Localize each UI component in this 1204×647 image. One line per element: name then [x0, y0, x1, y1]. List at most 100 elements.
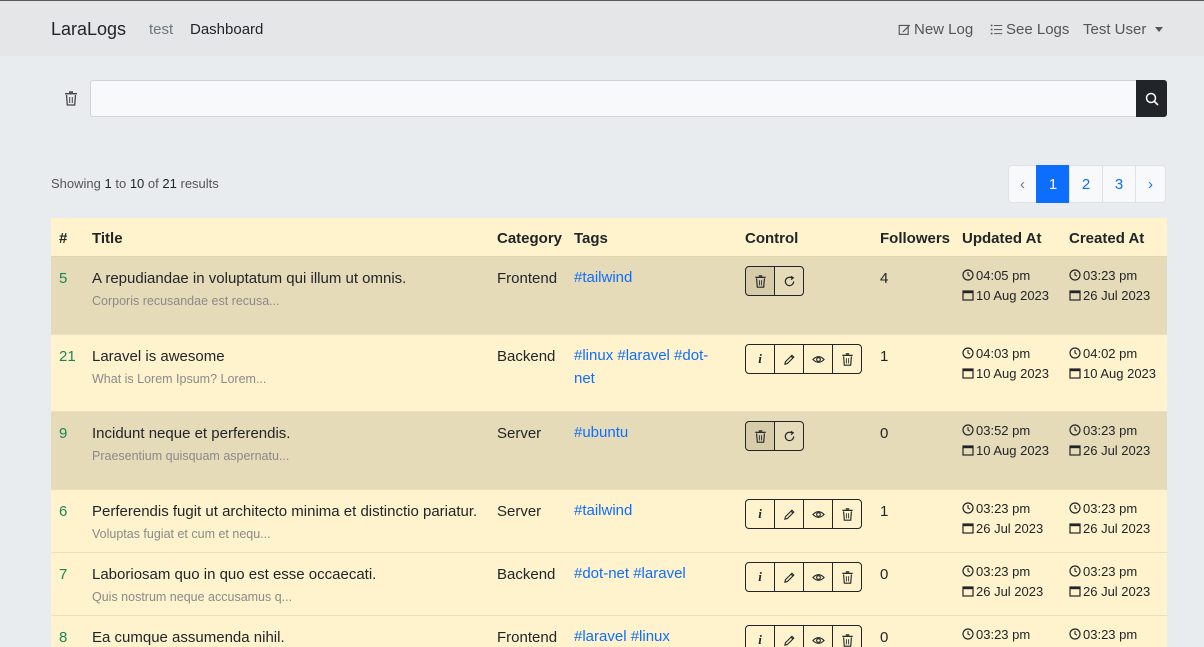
restore-button[interactable] — [774, 421, 804, 451]
delete-button[interactable] — [832, 499, 862, 529]
created-date: 26 Jul 2023 — [1083, 443, 1151, 458]
results-total: 21 — [162, 176, 177, 191]
row-followers: 4 — [880, 270, 889, 287]
clock-icon — [962, 423, 976, 438]
row-id: 9 — [59, 425, 68, 442]
see-logs-link[interactable]: See Logs — [990, 21, 1069, 38]
calendar-icon — [962, 443, 976, 458]
edit-button[interactable] — [774, 625, 804, 647]
delete-button[interactable] — [832, 344, 862, 374]
row-created-at: 04:02 pm 10 Aug 2023 — [1069, 344, 1165, 384]
see-logs-label: See Logs — [1006, 21, 1070, 38]
new-log-link[interactable]: New Log — [898, 21, 973, 38]
col-control: Control — [745, 230, 799, 247]
nav-link-dashboard[interactable]: Dashboard — [190, 21, 263, 38]
row-title[interactable]: Incidunt neque et perferendis. — [92, 425, 290, 442]
calendar-icon — [962, 584, 976, 599]
results-of-word: of — [147, 176, 159, 191]
results-to: 10 — [129, 176, 145, 191]
col-category: Category — [497, 230, 563, 247]
row-category: Server — [497, 503, 542, 520]
results-summary: Showing 1 to 10 of 21 results — [51, 176, 219, 191]
delete-button[interactable] — [832, 625, 862, 647]
navbar: LaraLogs test Dashboard New Log See Logs… — [0, 0, 1204, 56]
calendar-icon — [962, 366, 976, 381]
edit-button[interactable] — [774, 499, 804, 529]
row-title[interactable]: A repudiandae in voluptatum qui illum ut… — [92, 270, 406, 287]
row-subtitle: Voluptas fugiat et cum et nequ... — [92, 527, 271, 541]
updated-time: 03:23 pm — [976, 564, 1031, 579]
user-name: Test User — [1083, 21, 1147, 38]
clear-search-button[interactable] — [51, 80, 91, 117]
row-followers: 0 — [880, 629, 889, 646]
trash-icon — [841, 352, 854, 366]
updated-time: 03:23 pm — [976, 501, 1031, 516]
table-row: 21 Laravel is awesome What is Lorem Ipsum?… — [51, 335, 1167, 412]
created-date: 26 Jul 2023 — [1083, 584, 1151, 599]
row-tags[interactable]: #laravel #linux — [574, 625, 719, 647]
row-tags[interactable]: #tailwind — [574, 266, 719, 289]
view-button[interactable] — [803, 625, 833, 647]
created-time: 03:23 pm — [1083, 268, 1138, 283]
info-button[interactable]: i — [745, 625, 775, 647]
trash-icon — [841, 507, 854, 521]
info-icon: i — [758, 632, 762, 647]
page-1-button[interactable]: 1 — [1036, 165, 1070, 203]
page-3-button[interactable]: 3 — [1102, 165, 1136, 203]
created-time: 03:23 pm — [1083, 564, 1138, 579]
edit-button[interactable] — [774, 344, 804, 374]
row-id: 8 — [59, 629, 68, 646]
col-followers: Followers — [880, 230, 951, 247]
row-followers: 0 — [880, 425, 889, 442]
row-followers: 0 — [880, 566, 889, 583]
info-button[interactable]: i — [745, 562, 775, 592]
delete-permanently-button[interactable] — [745, 421, 775, 451]
view-button[interactable] — [803, 344, 833, 374]
row-category: Backend — [497, 566, 556, 583]
updated-date: 26 Jul 2023 — [976, 584, 1044, 599]
page-next-button[interactable]: › — [1135, 165, 1166, 203]
delete-button[interactable] — [832, 562, 862, 592]
results-to-word: to — [115, 176, 127, 191]
col-tags: Tags — [574, 230, 608, 247]
delete-permanently-button[interactable] — [745, 266, 775, 296]
clock-icon — [962, 564, 976, 579]
row-subtitle: Corporis recusandae est recusa... — [92, 294, 280, 308]
restore-button[interactable] — [774, 266, 804, 296]
search-button[interactable] — [1136, 80, 1167, 117]
page-2-button[interactable]: 2 — [1069, 165, 1103, 203]
row-title[interactable]: Perferendis fugit ut architecto minima e… — [92, 503, 477, 520]
row-updated-at: 03:52 pm 10 Aug 2023 — [962, 421, 1058, 461]
calendar-icon — [1069, 584, 1083, 599]
created-time: 03:23 pm — [1083, 501, 1138, 516]
row-tags[interactable]: #dot-net #laravel — [574, 562, 719, 585]
nav-link-test[interactable]: test — [149, 21, 173, 38]
row-title[interactable]: Laboriosam quo in quo est esse occaecati… — [92, 566, 376, 583]
row-controls — [745, 421, 804, 451]
caret-down-icon — [1155, 27, 1164, 32]
row-created-at: 03:23 pm 26 Jul 2023 — [1069, 562, 1165, 602]
row-title[interactable]: Laravel is awesome — [92, 348, 225, 365]
row-subtitle: What is Lorem Ipsum? Lorem... — [92, 372, 267, 386]
view-button[interactable] — [803, 499, 833, 529]
brand-logo[interactable]: LaraLogs — [51, 19, 126, 40]
table-header: # Title Category Tags Control Followers … — [51, 218, 1167, 257]
edit-button[interactable] — [774, 562, 804, 592]
search-input[interactable] — [90, 80, 1137, 117]
row-updated-at: 03:23 pm 26 Jul 2023 — [962, 562, 1058, 602]
calendar-icon — [1069, 366, 1083, 381]
row-title[interactable]: Ea cumque assumenda nihil. — [92, 629, 285, 646]
row-updated-at: 04:03 pm 10 Aug 2023 — [962, 344, 1058, 384]
row-tags[interactable]: #linux #laravel #dot-net — [574, 344, 719, 390]
view-button[interactable] — [803, 562, 833, 592]
row-tags[interactable]: #tailwind — [574, 499, 719, 522]
info-button[interactable]: i — [745, 499, 775, 529]
clock-icon — [1069, 268, 1083, 283]
user-dropdown[interactable]: Test User — [1083, 21, 1164, 38]
trash-icon — [65, 91, 77, 106]
clock-icon — [962, 346, 976, 361]
info-button[interactable]: i — [745, 344, 775, 374]
row-tags[interactable]: #ubuntu — [574, 421, 719, 444]
list-icon — [990, 24, 1003, 35]
calendar-icon — [1069, 443, 1083, 458]
